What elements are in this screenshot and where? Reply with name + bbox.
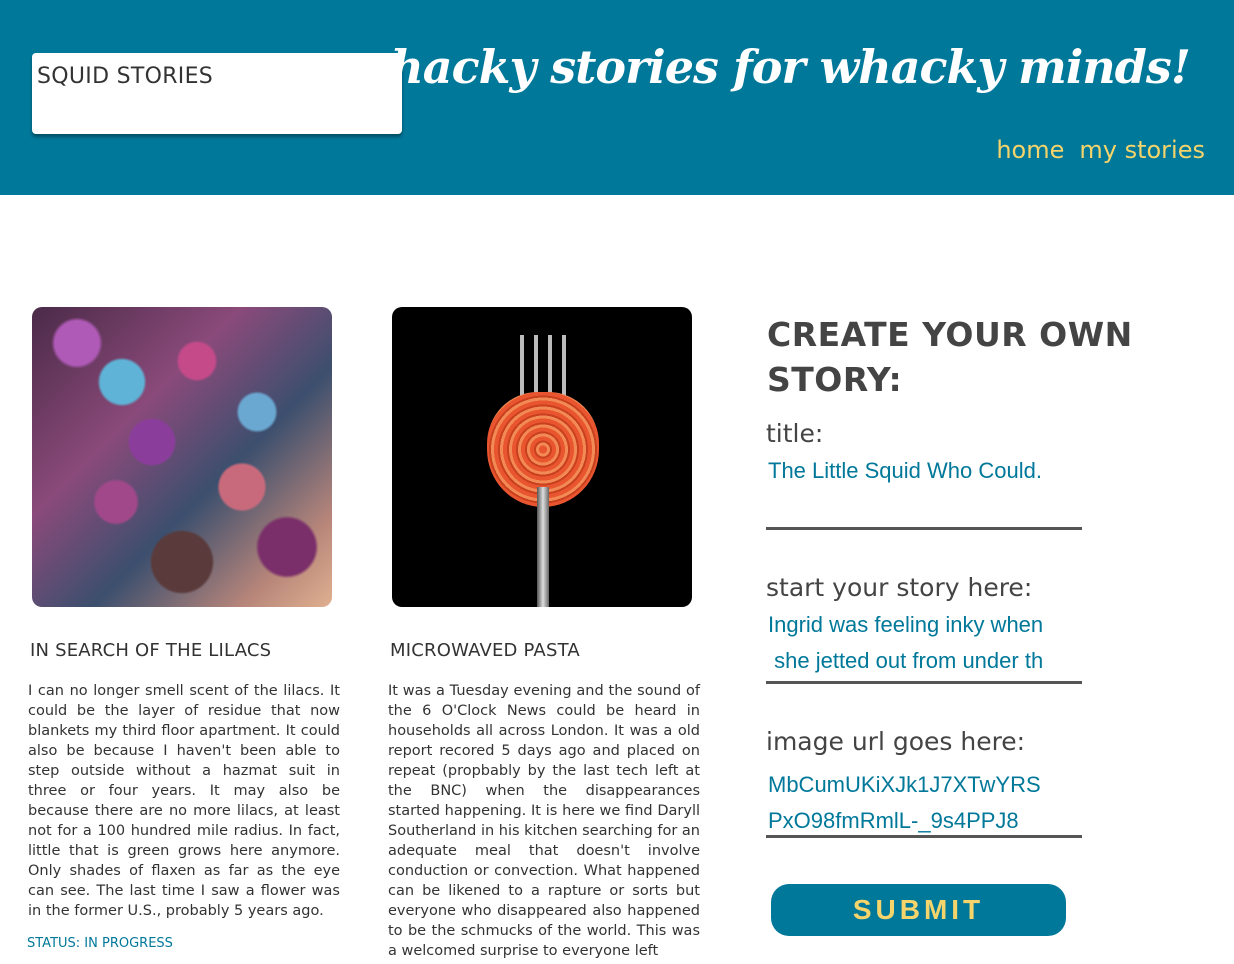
main-nav: home my stories: [996, 136, 1205, 164]
nav-my-stories-link[interactable]: my stories: [1079, 136, 1205, 164]
story-label: start your story here:: [766, 573, 1033, 602]
story-body-pasta: It was a Tuesday evening and the sound o…: [388, 683, 700, 959]
logo-box[interactable]: SQUID STORIES: [32, 53, 402, 134]
story-title-lilacs[interactable]: IN SEARCH OF THE LILACS: [30, 640, 271, 661]
fork-handle-shape: [537, 487, 549, 607]
submit-button[interactable]: SUBMIT: [771, 884, 1066, 936]
create-story-heading: CREATE YOUR OWN STORY:: [767, 315, 1133, 399]
story-body-lilacs: I can no longer smell scent of the lilac…: [28, 683, 340, 919]
title-label: title:: [766, 419, 824, 448]
site-tagline: whacky stories for whacky minds!: [351, 40, 1191, 94]
nav-home-link[interactable]: home: [996, 136, 1064, 164]
status-badge: STATUS: IN PROGRESS: [27, 936, 173, 951]
pasta-fork-photo: [392, 307, 692, 607]
story-title-pasta[interactable]: MICROWAVED PASTA: [390, 640, 580, 661]
story-textarea[interactable]: Ingrid was feeling inky when she jetted …: [766, 607, 1082, 684]
logo-text: SQUID STORIES: [37, 64, 214, 89]
lilacs-photo: [32, 307, 332, 607]
title-input[interactable]: The Little Squid Who Could.: [766, 453, 1082, 530]
image-url-label: image url goes here:: [766, 727, 1026, 756]
site-header: SQUID STORIES whacky stories for whacky …: [0, 0, 1234, 195]
image-url-input[interactable]: MbCumUKiXJk1J7XTwYRS PxO98fmRmlL-_9s4PPJ…: [766, 767, 1082, 838]
